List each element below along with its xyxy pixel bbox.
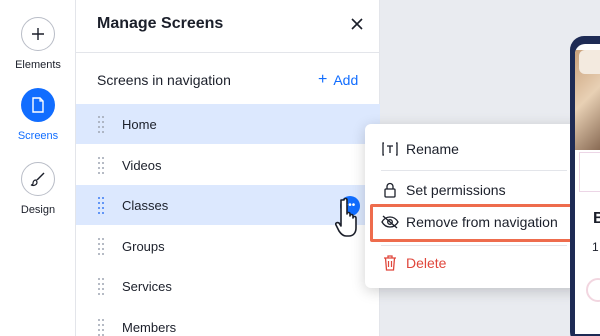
panel-divider: [76, 52, 380, 53]
add-screen-button[interactable]: + Add: [318, 71, 359, 89]
add-label: Add: [333, 72, 359, 88]
trash-icon: [381, 254, 399, 272]
menu-item-rename[interactable]: Rename: [365, 134, 583, 164]
drag-handle-icon[interactable]: [98, 197, 104, 214]
section-title: Screens in navigation: [97, 72, 231, 88]
preview-chip: [579, 50, 600, 74]
screen-label: Classes: [122, 198, 169, 213]
menu-text-rename: Rename: [406, 141, 459, 157]
callout-highlight-box: [370, 204, 580, 242]
screen-label: Groups: [122, 239, 165, 254]
screen-label: Members: [122, 320, 177, 335]
rename-icon: [381, 140, 399, 158]
screen-row-videos[interactable]: Videos: [76, 145, 380, 185]
lock-icon: [381, 181, 399, 199]
left-rail: Elements Screens Design: [0, 0, 76, 336]
menu-separator: [381, 245, 567, 246]
menu-separator: [381, 170, 567, 171]
hand-cursor-icon: [334, 196, 363, 240]
brush-icon: [21, 162, 55, 196]
close-icon[interactable]: [348, 15, 366, 33]
screen-row-members[interactable]: Members: [76, 307, 380, 336]
screen-label: Videos: [122, 158, 162, 173]
drag-handle-icon[interactable]: [98, 278, 104, 295]
rail-item-design[interactable]: Design: [0, 162, 76, 216]
preview-heading-fragment: B: [593, 210, 600, 227]
preview-text-fragment: 1: [592, 240, 599, 254]
page-icon: [21, 88, 55, 122]
rail-item-screens[interactable]: Screens: [0, 88, 76, 142]
drag-handle-icon[interactable]: [98, 238, 104, 255]
menu-item-set-permissions[interactable]: Set permissions: [365, 175, 583, 205]
drag-handle-icon[interactable]: [98, 157, 104, 174]
screen-row-home[interactable]: Home: [76, 104, 380, 144]
menu-text-delete: Delete: [406, 255, 447, 271]
preview-image: [575, 50, 600, 150]
menu-item-delete[interactable]: Delete: [365, 248, 583, 278]
screen-row-services[interactable]: Services: [76, 266, 380, 306]
plus-icon: [21, 17, 55, 51]
panel-title: Manage Screens: [97, 15, 224, 32]
preview-band: [579, 152, 600, 192]
rail-label-elements: Elements: [15, 59, 61, 71]
screen-label: Home: [122, 117, 157, 132]
drag-handle-icon[interactable]: [98, 116, 104, 133]
rail-label-screens: Screens: [17, 130, 59, 142]
manage-screens-panel: Manage Screens Screens in navigation + A…: [76, 0, 380, 336]
add-plus-icon: +: [318, 71, 328, 88]
screen-label: Services: [122, 279, 172, 294]
drag-handle-icon[interactable]: [98, 319, 104, 336]
rail-item-elements[interactable]: Elements: [0, 17, 76, 71]
menu-text-set-permissions: Set permissions: [406, 182, 506, 198]
rail-label-design: Design: [20, 204, 56, 216]
